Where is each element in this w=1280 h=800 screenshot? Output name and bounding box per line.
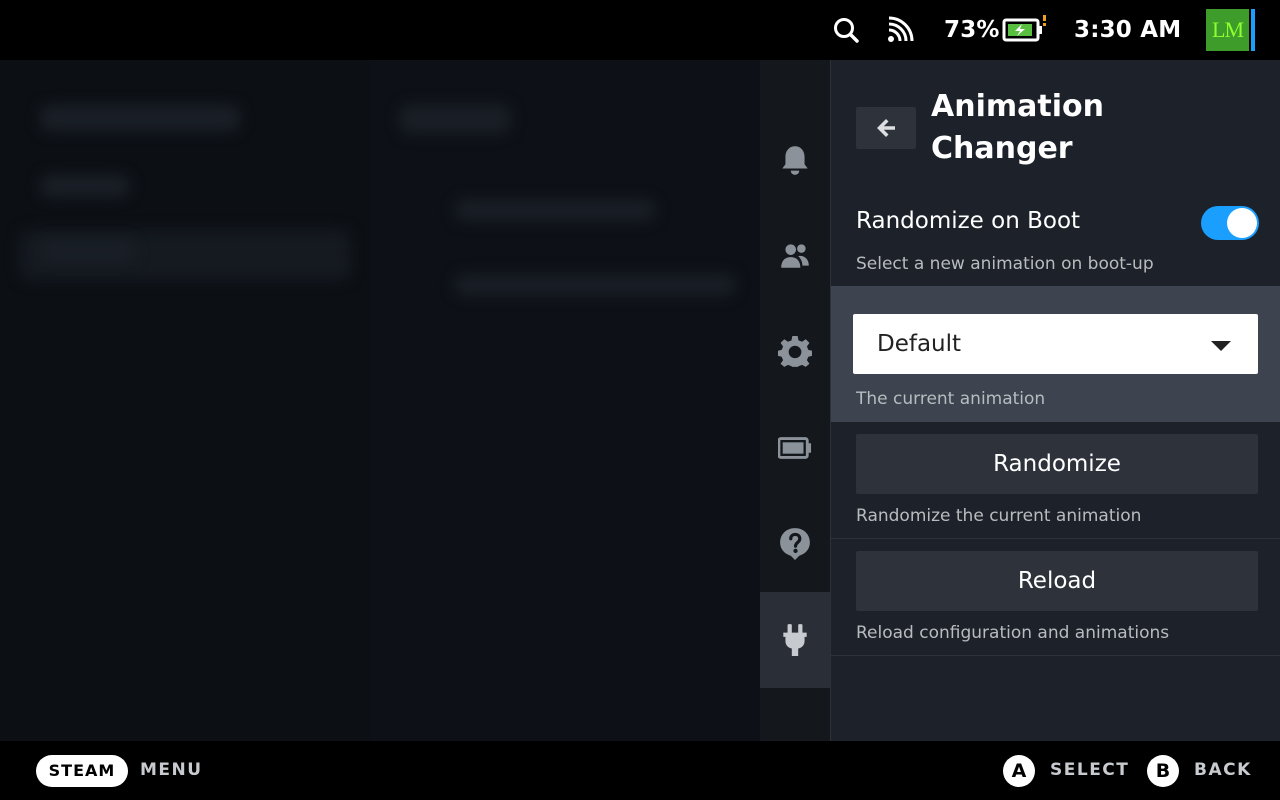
background-sidebar bbox=[0, 60, 370, 741]
rail-item-settings[interactable] bbox=[760, 304, 830, 400]
back-label: BACK bbox=[1194, 760, 1252, 780]
steam-button[interactable]: STEAM bbox=[36, 755, 128, 787]
avatar-text: LM bbox=[1212, 17, 1244, 42]
caret-down-icon bbox=[1211, 341, 1231, 351]
avatar[interactable]: LM bbox=[1206, 9, 1249, 51]
background-blur-block bbox=[400, 105, 510, 133]
randomize-button[interactable]: Randomize bbox=[856, 434, 1258, 494]
divider bbox=[831, 538, 1280, 539]
status-bar: 73% 3:30 AM LM bbox=[0, 0, 1280, 60]
search-icon[interactable] bbox=[832, 0, 860, 60]
background-blur-block bbox=[40, 175, 130, 197]
animation-select-section: Default The current animation bbox=[831, 286, 1280, 422]
bell-icon bbox=[782, 146, 808, 175]
help-icon bbox=[780, 528, 810, 560]
back-button[interactable] bbox=[856, 107, 916, 149]
rail-item-plugins[interactable] bbox=[760, 592, 830, 688]
friends-icon bbox=[781, 244, 809, 268]
rail-item-help[interactable] bbox=[760, 496, 830, 592]
randomize-description: Randomize the current animation bbox=[856, 506, 1142, 526]
divider bbox=[831, 655, 1280, 656]
battery-icon bbox=[778, 437, 812, 459]
background-blur-block bbox=[455, 275, 735, 295]
animation-dropdown[interactable]: Default bbox=[853, 314, 1258, 374]
bottom-bar: STEAM MENU A SELECT B BACK bbox=[0, 741, 1280, 800]
background-blur-block bbox=[40, 240, 135, 262]
toggle-knob bbox=[1227, 208, 1257, 238]
randomize-on-boot-toggle[interactable] bbox=[1201, 206, 1259, 240]
reload-description: Reload configuration and animations bbox=[856, 623, 1170, 643]
background-library bbox=[0, 60, 760, 741]
animation-select-description: The current animation bbox=[856, 389, 1046, 409]
background-blur-block bbox=[455, 200, 655, 220]
menu-label: MENU bbox=[140, 760, 203, 780]
rail-item-notifications[interactable] bbox=[760, 112, 830, 208]
battery-charging-icon bbox=[1002, 0, 1048, 60]
rail-item-performance[interactable] bbox=[760, 400, 830, 496]
select-label: SELECT bbox=[1050, 760, 1130, 780]
battery-percent: 73% bbox=[944, 17, 1000, 43]
reload-button[interactable]: Reload bbox=[856, 551, 1258, 611]
b-button-glyph: B bbox=[1147, 755, 1179, 787]
page-title: Animation Changer bbox=[931, 89, 1104, 166]
plugin-panel: Animation Changer Randomize on Boot Sele… bbox=[830, 60, 1280, 741]
arrow-left-icon bbox=[877, 119, 895, 137]
gear-icon bbox=[778, 335, 812, 367]
quick-access-rail bbox=[760, 60, 830, 741]
avatar-status-indicator bbox=[1251, 9, 1255, 51]
clock: 3:30 AM bbox=[1074, 17, 1182, 43]
plug-icon bbox=[783, 624, 807, 656]
rail-item-friends[interactable] bbox=[760, 208, 830, 304]
randomize-on-boot-description: Select a new animation on boot-up bbox=[856, 254, 1154, 274]
wifi-icon bbox=[886, 0, 914, 60]
animation-dropdown-value: Default bbox=[877, 331, 962, 357]
background-blur-block bbox=[40, 105, 240, 131]
randomize-on-boot-label: Randomize on Boot bbox=[856, 208, 1081, 234]
a-button-glyph: A bbox=[1003, 755, 1035, 787]
